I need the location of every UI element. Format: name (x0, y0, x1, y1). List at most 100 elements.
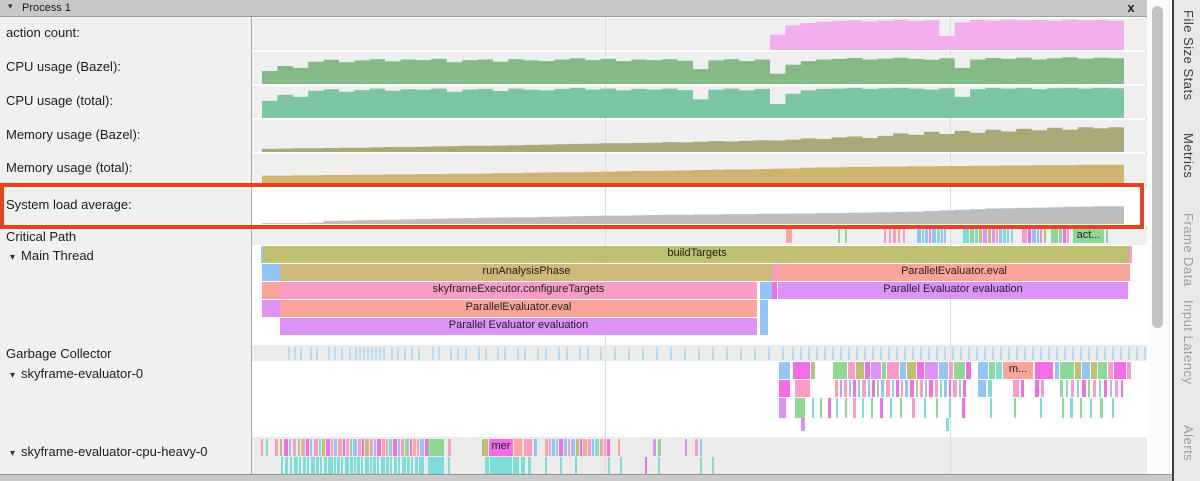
gc-tick[interactable] (379, 347, 381, 360)
cpu-heavy-slice[interactable] (588, 439, 591, 456)
gc-tick[interactable] (367, 347, 369, 360)
evaluator0-slice[interactable] (907, 362, 916, 379)
evaluator0-slice[interactable] (1104, 380, 1107, 397)
critical-path-event[interactable] (983, 229, 987, 243)
tab-file-size-stats[interactable]: File Size Stats (1181, 10, 1196, 101)
cpu-heavy-slice[interactable] (374, 439, 376, 456)
critical-path-event[interactable] (1067, 229, 1069, 243)
evaluator0-slice[interactable] (940, 380, 942, 397)
cpu-heavy-slice[interactable] (604, 439, 606, 456)
gc-tick[interactable] (300, 347, 302, 360)
cpu-heavy-slice[interactable] (301, 439, 305, 456)
evaluator0-slice[interactable] (1041, 380, 1044, 397)
gc-tick[interactable] (614, 347, 616, 360)
evaluator0-slice[interactable] (916, 380, 918, 397)
gc-tick[interactable] (952, 347, 954, 360)
cpu-heavy-slice[interactable] (545, 457, 547, 474)
cpu-heavy-slice[interactable] (289, 439, 291, 456)
evaluator0-slice[interactable] (820, 398, 822, 418)
evaluator0-slice[interactable] (1082, 380, 1086, 397)
cpu-heavy-slice[interactable] (361, 457, 363, 474)
evaluator0-slice[interactable] (1093, 380, 1096, 397)
gc-tick[interactable] (740, 347, 742, 360)
evaluator0-slice[interactable] (949, 398, 951, 418)
cpu-heavy-slice[interactable] (322, 439, 325, 456)
evaluator0-slice[interactable] (936, 398, 938, 418)
evaluator0-slice[interactable] (1127, 362, 1131, 379)
gc-tick[interactable] (1112, 347, 1114, 360)
gc-tick[interactable] (824, 347, 826, 360)
gc-tick[interactable] (524, 347, 526, 360)
gc-tick[interactable] (404, 347, 406, 360)
evaluator0-slice[interactable] (896, 380, 899, 397)
gc-tick[interactable] (1120, 347, 1122, 360)
cpu-heavy-slice[interactable] (419, 457, 424, 474)
gc-tick[interactable] (465, 347, 467, 360)
evaluator0-slice[interactable] (963, 380, 966, 397)
cpu-heavy-slice[interactable] (420, 439, 424, 456)
cpu-heavy-slice[interactable] (334, 457, 336, 474)
evaluator0-slice[interactable] (1080, 398, 1082, 418)
evaluator0-slice[interactable] (890, 398, 892, 418)
gc-tick[interactable] (936, 347, 938, 360)
critical-path-event[interactable] (1007, 229, 1009, 243)
evaluator0-slice[interactable] (949, 362, 953, 379)
cpu-heavy-slice[interactable] (608, 457, 610, 474)
main-thread-slice-labeled[interactable]: Parallel Evaluator evaluation (280, 318, 757, 335)
cpu-heavy-slice[interactable] (448, 439, 451, 456)
evaluator0-slice-labeled[interactable]: m... (1003, 362, 1033, 379)
evaluator0-slice[interactable] (811, 362, 815, 379)
cpu-heavy-slice[interactable] (576, 439, 579, 456)
tab-alerts[interactable]: Alerts (1181, 425, 1196, 461)
critical-path-event[interactable] (996, 229, 998, 243)
evaluator0-slice[interactable] (1112, 398, 1114, 418)
cpu-heavy-slice[interactable] (303, 457, 306, 474)
gc-tick[interactable] (782, 347, 784, 360)
evaluator0-slice[interactable] (1013, 380, 1019, 397)
cpu-heavy-slice[interactable] (390, 457, 392, 474)
counter-chart-sys_load[interactable] (262, 193, 1124, 224)
gc-tick[interactable] (432, 347, 434, 360)
cpu-heavy-slice[interactable] (362, 439, 364, 456)
evaluator0-slice[interactable] (828, 398, 831, 418)
cpu-heavy-slice[interactable] (306, 439, 309, 456)
evaluator0-slice[interactable] (795, 380, 810, 397)
cpu-heavy-slice[interactable] (343, 439, 345, 456)
evaluator0-slice[interactable] (871, 362, 881, 379)
cpu-heavy-slice[interactable] (311, 457, 315, 474)
cpu-heavy-slice[interactable] (319, 439, 321, 456)
evaluator0-slice[interactable] (853, 398, 856, 418)
cpu-heavy-slice[interactable] (314, 439, 318, 456)
cpu-heavy-slice[interactable] (370, 439, 373, 456)
evaluator0-slice[interactable] (1060, 380, 1063, 397)
gc-tick[interactable] (1088, 347, 1090, 360)
gc-tick[interactable] (976, 347, 978, 360)
cpu-heavy-slice[interactable] (266, 439, 268, 456)
critical-path-event[interactable] (963, 229, 969, 243)
evaluator0-slice[interactable] (905, 380, 908, 397)
gc-tick[interactable] (1040, 347, 1042, 360)
evaluator0-slice[interactable] (1071, 380, 1074, 397)
evaluator0-slice[interactable] (793, 362, 810, 379)
gc-tick[interactable] (768, 347, 770, 360)
evaluator0-slice[interactable] (862, 380, 866, 397)
gc-tick[interactable] (904, 347, 906, 360)
gc-tick[interactable] (670, 347, 672, 360)
critical-path-event[interactable] (988, 229, 991, 243)
critical-path-event[interactable] (937, 229, 940, 243)
critical-path-event[interactable] (1011, 229, 1013, 243)
evaluator0-slice[interactable] (966, 362, 971, 379)
cpu-heavy-slice[interactable] (600, 439, 603, 456)
cpu-heavy-slice[interactable] (354, 457, 356, 474)
cpu-heavy-slice[interactable] (568, 439, 570, 456)
gc-tick[interactable] (485, 347, 487, 360)
critical-path-event[interactable] (1037, 229, 1039, 243)
cpu-heavy-slice[interactable] (402, 457, 406, 474)
cpu-heavy-slice[interactable] (607, 439, 610, 456)
cpu-heavy-slice[interactable] (334, 439, 337, 456)
gc-tick[interactable] (656, 347, 658, 360)
gc-tick[interactable] (984, 347, 986, 360)
evaluator0-slice[interactable] (925, 362, 938, 379)
critical-path-event[interactable] (1032, 229, 1036, 243)
gc-tick[interactable] (349, 347, 351, 360)
